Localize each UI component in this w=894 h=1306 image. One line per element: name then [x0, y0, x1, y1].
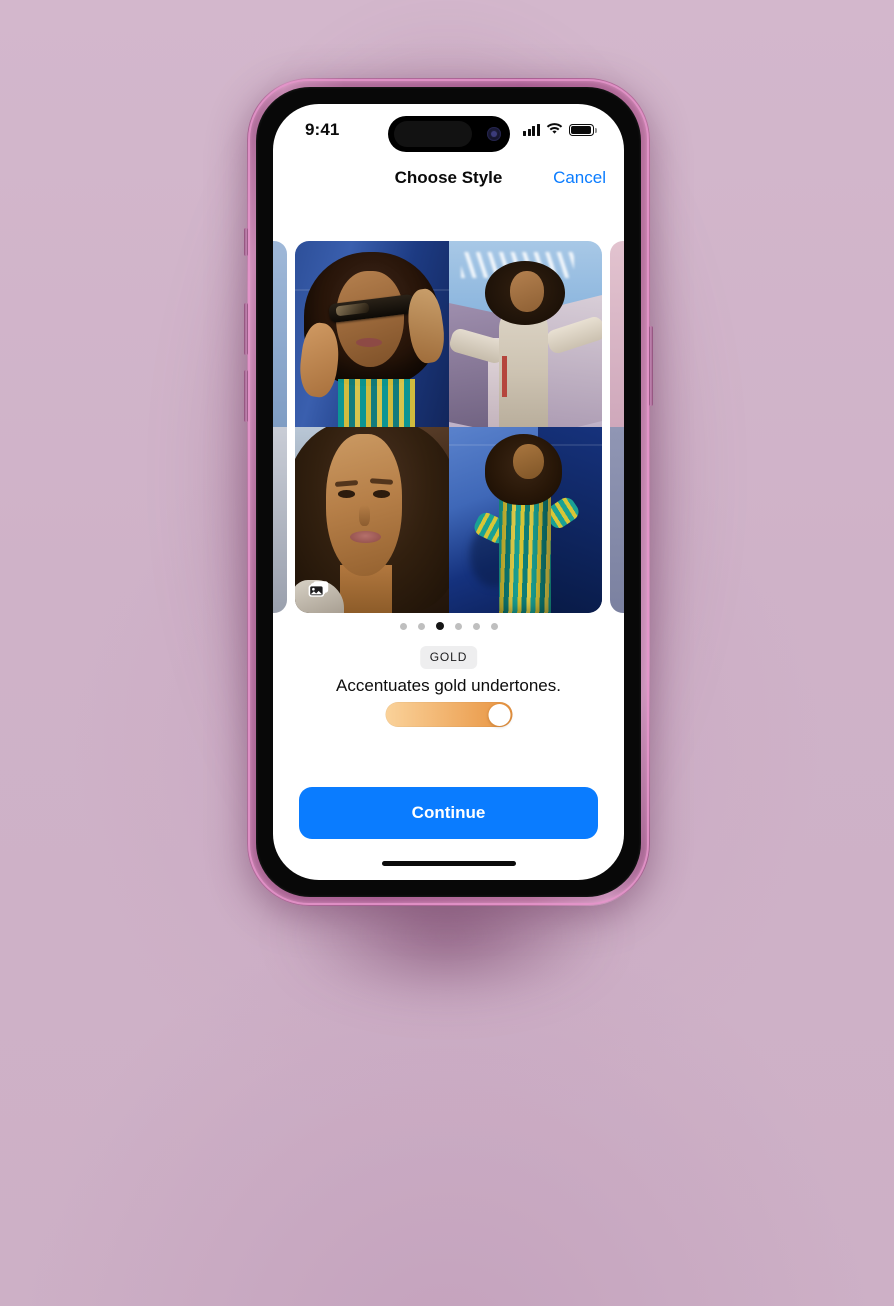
photo-stack-icon[interactable]	[308, 580, 330, 598]
cellular-bars-icon	[523, 124, 540, 136]
front-camera-icon	[486, 127, 501, 141]
dynamic-island-inner	[393, 121, 472, 147]
slider-knob[interactable]	[488, 703, 511, 726]
current-style-card[interactable]	[295, 241, 602, 613]
continue-button[interactable]: Continue	[299, 787, 598, 839]
pagination-dot-3[interactable]	[454, 622, 462, 630]
pagination-dot-5[interactable]	[490, 622, 498, 630]
face-shape	[509, 270, 544, 312]
pagination-dot-1[interactable]	[417, 622, 425, 630]
volume-down-button[interactable]	[244, 370, 248, 422]
peek-photo-bottom	[273, 427, 287, 613]
device-bezel: 9:41 Choose Style Cancel GOLD Accentuate…	[256, 87, 641, 897]
mute-switch[interactable]	[244, 228, 248, 256]
previous-style-card[interactable]	[273, 241, 287, 613]
nav-bar: Choose Style Cancel	[273, 156, 624, 200]
style-photo-bottom-left[interactable]	[295, 427, 449, 613]
striped-top-shape	[337, 378, 415, 427]
peek-photo-bottom	[610, 427, 624, 613]
style-photo-top-right[interactable]	[448, 241, 602, 427]
style-carousel[interactable]	[273, 241, 624, 613]
power-button[interactable]	[649, 326, 653, 406]
wifi-icon	[546, 121, 563, 139]
nose-shape	[359, 505, 371, 526]
pagination-dots[interactable]	[273, 622, 624, 630]
peek-photo-top	[610, 241, 624, 427]
battery-full-icon	[569, 123, 597, 137]
status-bar-clock: 9:41	[305, 120, 340, 139]
pagination-dot-0[interactable]	[399, 622, 407, 630]
style-badge: GOLD	[419, 646, 478, 669]
face-shape	[512, 443, 544, 480]
iphone-device: 9:41 Choose Style Cancel GOLD Accentuate…	[244, 78, 653, 906]
style-photo-top-left[interactable]	[295, 241, 449, 427]
cancel-button[interactable]: Cancel	[553, 168, 606, 188]
style-photo-bottom-right[interactable]	[448, 427, 602, 613]
dynamic-island	[387, 116, 510, 152]
phone-screen: 9:41 Choose Style Cancel GOLD Accentuate…	[273, 104, 624, 880]
peek-photo-top	[273, 241, 287, 427]
intensity-slider[interactable]	[385, 702, 512, 727]
red-strap-shape	[502, 356, 507, 398]
right-eye	[373, 490, 391, 498]
style-description: Accentuates gold undertones.	[336, 676, 561, 695]
left-eye	[337, 490, 355, 498]
status-bar-indicators	[523, 121, 597, 139]
pagination-dot-2[interactable]	[435, 622, 444, 630]
volume-up-button[interactable]	[244, 303, 248, 355]
battery-fill	[571, 126, 591, 134]
home-indicator[interactable]	[381, 861, 516, 866]
next-style-card[interactable]	[610, 241, 624, 613]
pagination-dot-4[interactable]	[472, 622, 480, 630]
page-title: Choose Style	[394, 168, 503, 187]
